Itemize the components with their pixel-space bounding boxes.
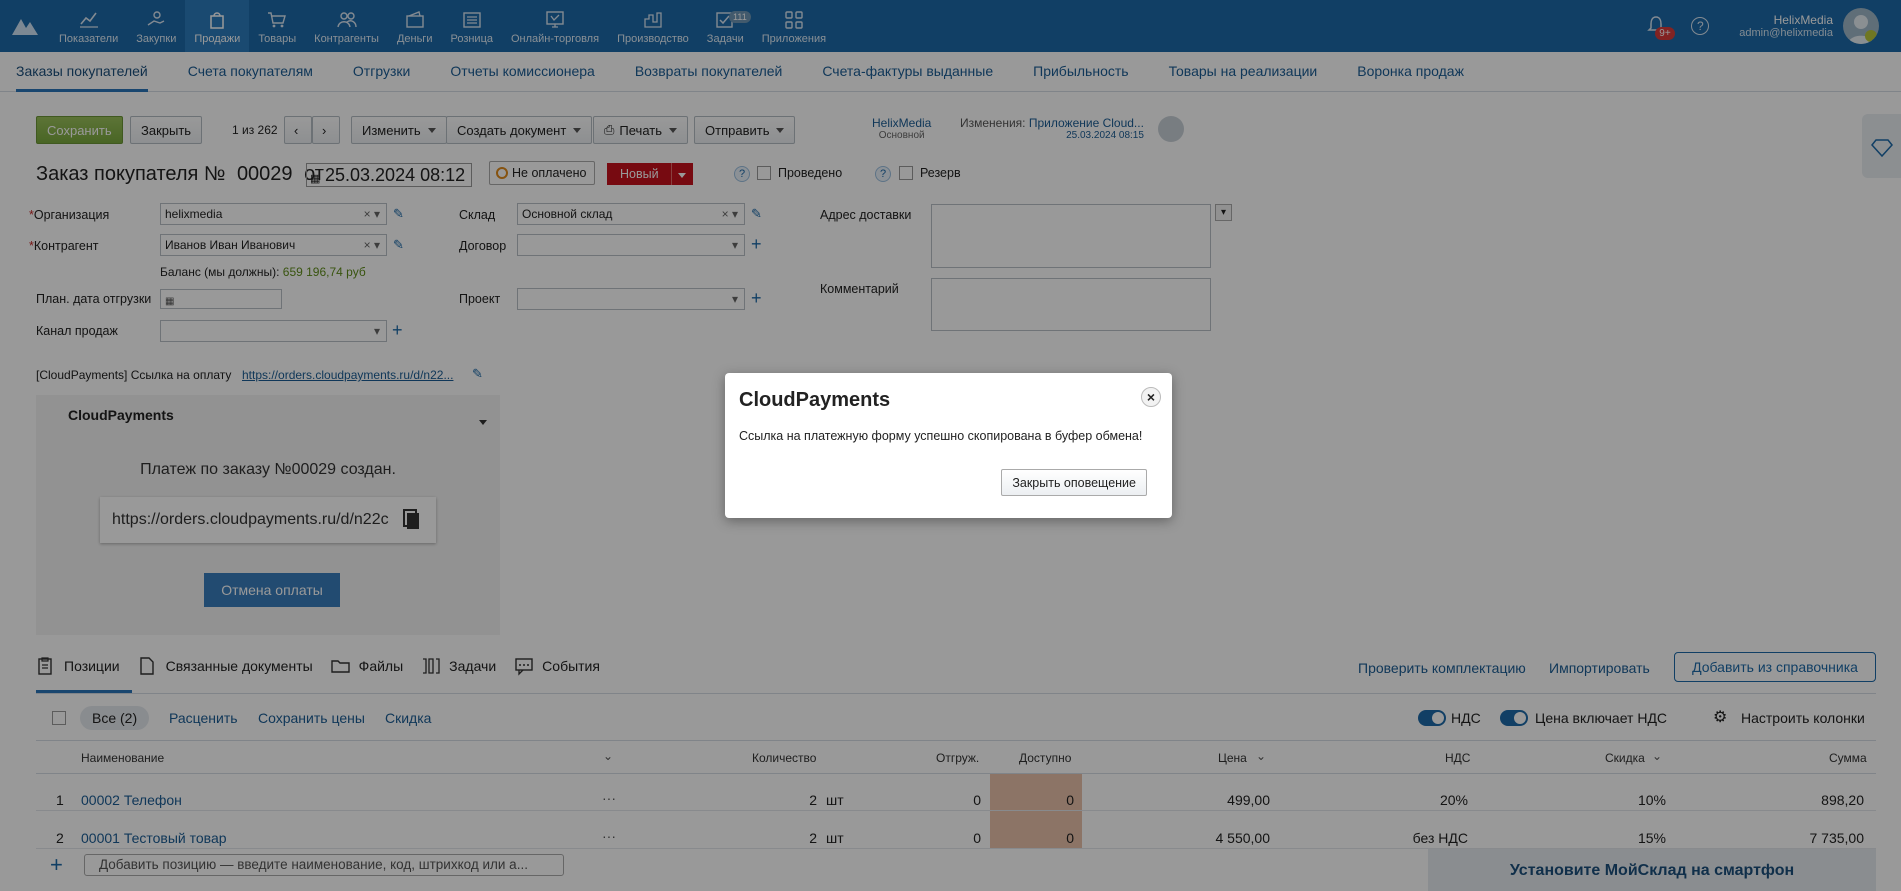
modal-title: CloudPayments [739,389,891,411]
close-notification-button[interactable]: Закрыть оповещение [1001,469,1147,496]
close-icon[interactable]: × [1141,387,1161,407]
modal-message: Ссылка на платежную форму успешно скопир… [739,429,1143,443]
cloudpayments-modal: CloudPayments × Ссылка на платежную форм… [725,373,1172,518]
